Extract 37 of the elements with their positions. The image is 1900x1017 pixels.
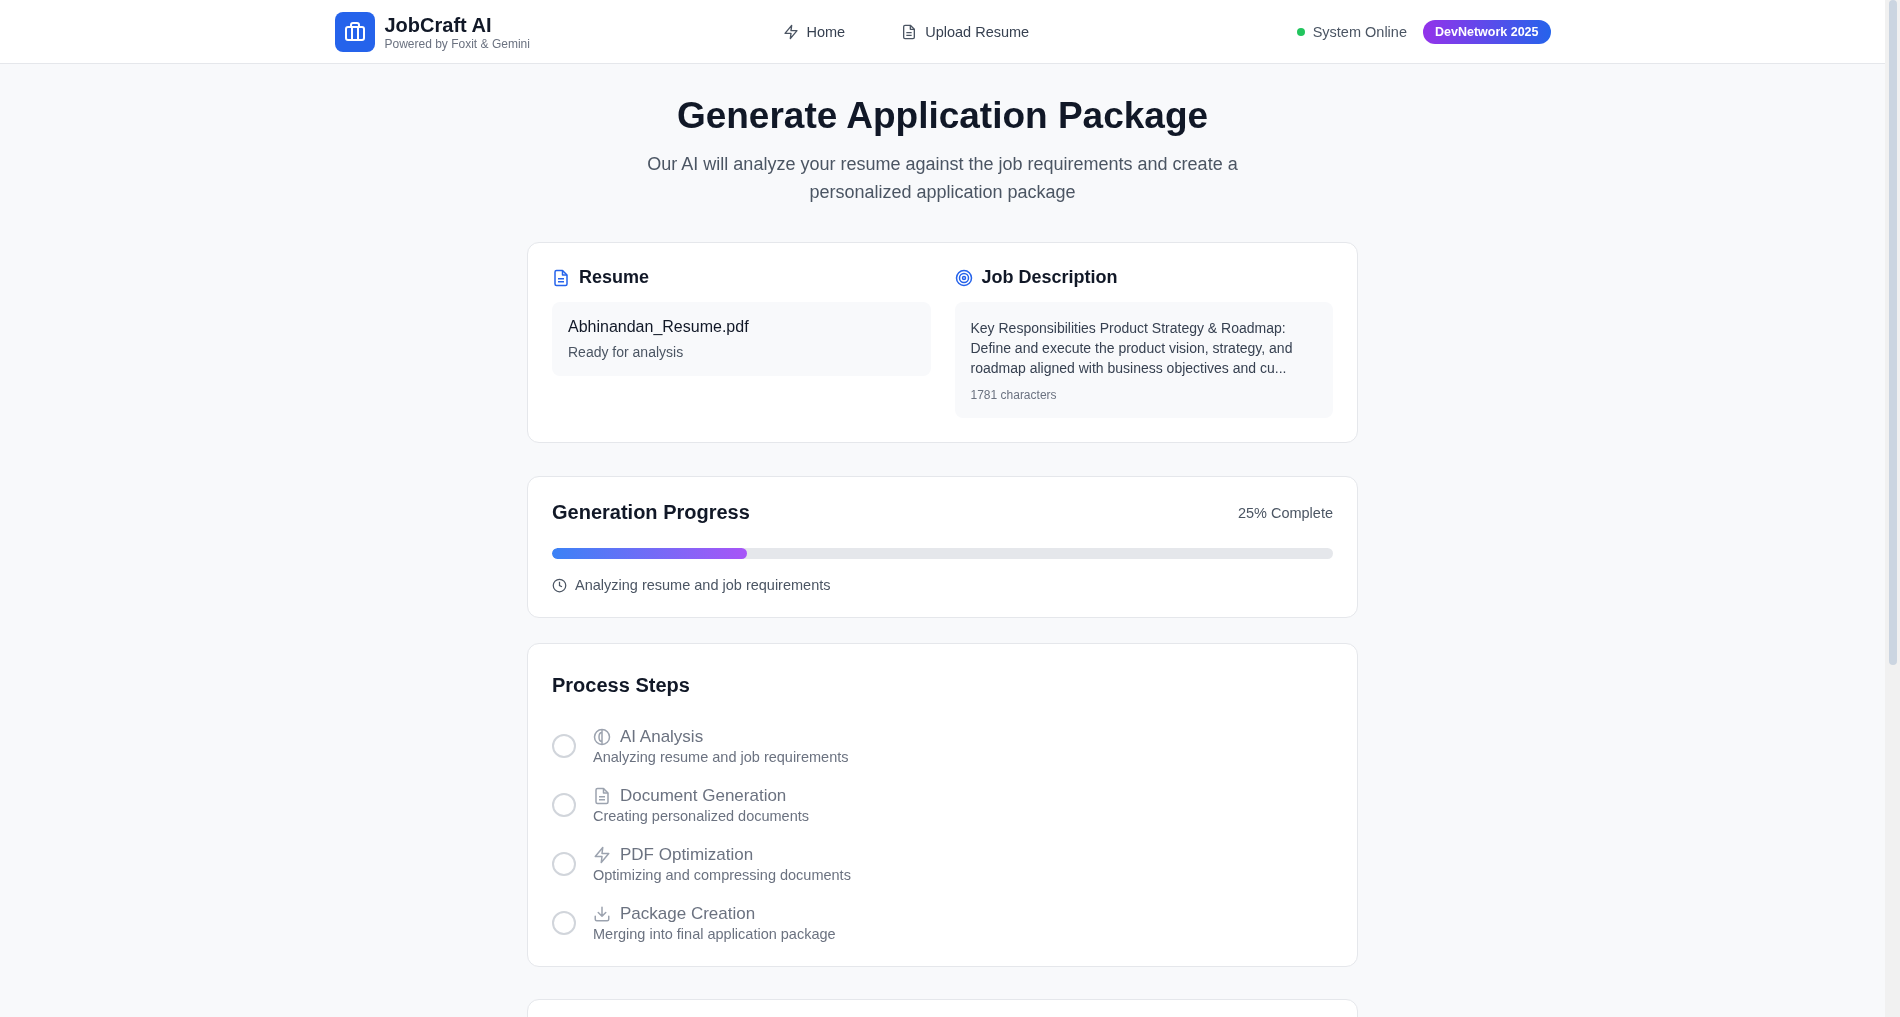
file-status: Ready for analysis — [568, 344, 685, 360]
section-heading: Resume — [579, 267, 650, 288]
brand-tagline: Powered by Foxit & Gemini — [384, 36, 530, 51]
document-icon — [901, 23, 918, 40]
event-badge: DevNetwork 2025 — [1422, 19, 1551, 44]
file-name: Abhinandan_Resume.pdf — [568, 318, 750, 336]
step-title: Document Generation — [620, 786, 787, 806]
page-subtitle: Our AI will analyze your resume against the job requirements and create a personalized application package — [646, 153, 1239, 204]
nav-link[interactable]: Home — [782, 23, 846, 40]
page-title: Generate Application Package — [675, 94, 1210, 138]
section-heading: Job Description — [981, 267, 1118, 288]
job-description-text: Key Responsibilities Product Strategy & Roadmap: Define and execute the product vision, strategy, and roadmap aligned with business objectives and cu... — [970, 319, 1294, 378]
clock-icon — [552, 577, 567, 593]
document-icon — [593, 787, 611, 805]
step-description: Merging into final application package — [593, 926, 836, 942]
target-icon — [954, 268, 973, 287]
document-icon — [552, 268, 570, 287]
step-description: Creating personalized documents — [593, 808, 809, 824]
step-description: Optimizing and compressing documents — [593, 867, 851, 883]
step-description: Analyzing resume and job requirements — [593, 749, 849, 765]
step-title: PDF Optimization — [620, 845, 754, 865]
briefcase-icon[interactable] — [334, 11, 375, 52]
card-title: Process Steps — [552, 674, 691, 697]
status-label: System Online — [1312, 23, 1407, 40]
nav-link[interactable]: Upload Resume — [901, 23, 1030, 40]
card-title: Generation Progress — [552, 501, 750, 524]
brand-name: JobCraft AI — [384, 12, 493, 37]
download-icon — [593, 905, 611, 923]
step-title: Package Creation — [620, 904, 756, 924]
character-count: 1781 characters — [970, 388, 1058, 402]
lightning-icon — [593, 846, 611, 864]
progress-reading: 25% Complete — [1237, 504, 1333, 521]
scrollbar[interactable] — [1885, 0, 1900, 1017]
lightning-icon — [782, 23, 799, 40]
progress-message: Analyzing resume and job requirements — [575, 577, 831, 593]
brain-icon — [593, 728, 611, 746]
step-title: AI Analysis — [620, 727, 704, 747]
